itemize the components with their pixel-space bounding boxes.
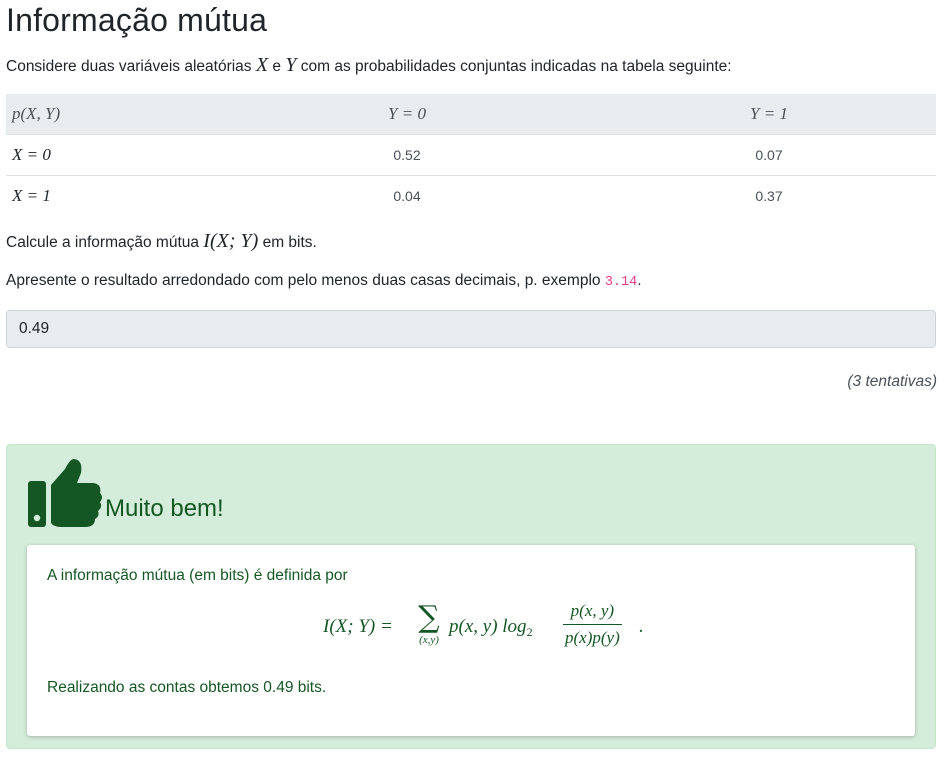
explanation-intro: A informação mútua (em bits) é definida …: [47, 567, 348, 584]
cell-x1-y0: 0.04: [212, 175, 602, 216]
intro-conj: e: [268, 58, 286, 75]
cell-x0-y0: 0.52: [212, 134, 602, 176]
explanation-card: A informação mútua (em bits) é definida …: [27, 545, 915, 736]
joint-probability-table: p(X, Y) Y = 0 Y = 1 X = 0 0.52 0.07 X = …: [6, 94, 936, 216]
sum-subscript: (x,y): [419, 634, 439, 646]
formula-end: .: [639, 616, 644, 637]
fraction-denominator: p(x)p(y): [565, 628, 620, 647]
format-instruction: Apresente o resultado arredondado com pe…: [6, 272, 642, 290]
thumbs-up-icon: [28, 459, 102, 527]
question-text: Calcule a informação mútua I(X; Y) em bi…: [6, 230, 317, 252]
feedback-alert: Muito bem! A informação mútua (em bits) …: [6, 444, 936, 749]
row-label-x1: X = 1: [6, 175, 212, 216]
table-header-row: p(X, Y) Y = 0 Y = 1: [6, 94, 936, 135]
formula-sum: ∑ (x,y): [411, 600, 447, 647]
formula-fraction: p(x, y) p(x)p(y): [563, 600, 622, 649]
attempts-count: (3 tentativas): [847, 373, 937, 390]
page-title: Informação mútua: [6, 2, 268, 38]
verdict-text: Muito bem!: [105, 495, 224, 522]
formula-lhs: I(X; Y) =: [323, 616, 393, 637]
row-label-x0: X = 0: [6, 134, 212, 176]
problem-intro: Considere duas variáveis aleatórias X e …: [6, 53, 732, 79]
explanation-conclusion: Realizando as contas obtemos 0.49 bits.: [47, 679, 327, 696]
intro-text-end: com as probabilidades conjuntas indicada…: [296, 58, 732, 75]
table-header-y0: Y = 0: [212, 94, 602, 135]
table-row: X = 1 0.04 0.37: [6, 175, 936, 216]
sum-symbol: ∑: [418, 600, 440, 635]
answer-input[interactable]: 0.49: [6, 310, 936, 348]
mutual-info-formula: I(X; Y) = ∑ (x,y) p(x, y) log2 p(x, y) p…: [323, 600, 644, 662]
table-row: X = 0 0.52 0.07: [6, 134, 936, 176]
mutual-info-expr: I(X; Y): [203, 230, 259, 252]
table-header-y1: Y = 1: [602, 94, 936, 135]
fraction-bar: [563, 624, 622, 625]
table-header-pxy: p(X, Y): [6, 94, 212, 135]
format-example-code: 3.14: [604, 275, 638, 290]
var-y: Y: [285, 54, 297, 76]
cell-x1-y1: 0.37: [602, 175, 936, 216]
var-x: X: [255, 54, 269, 76]
log-base: 2: [526, 625, 533, 639]
intro-text-start: Considere duas variáveis aleatórias: [6, 58, 256, 75]
fraction-numerator: p(x, y): [570, 601, 615, 620]
cell-x0-y1: 0.07: [602, 134, 936, 176]
formula-term: p(x, y) log2: [449, 616, 533, 639]
